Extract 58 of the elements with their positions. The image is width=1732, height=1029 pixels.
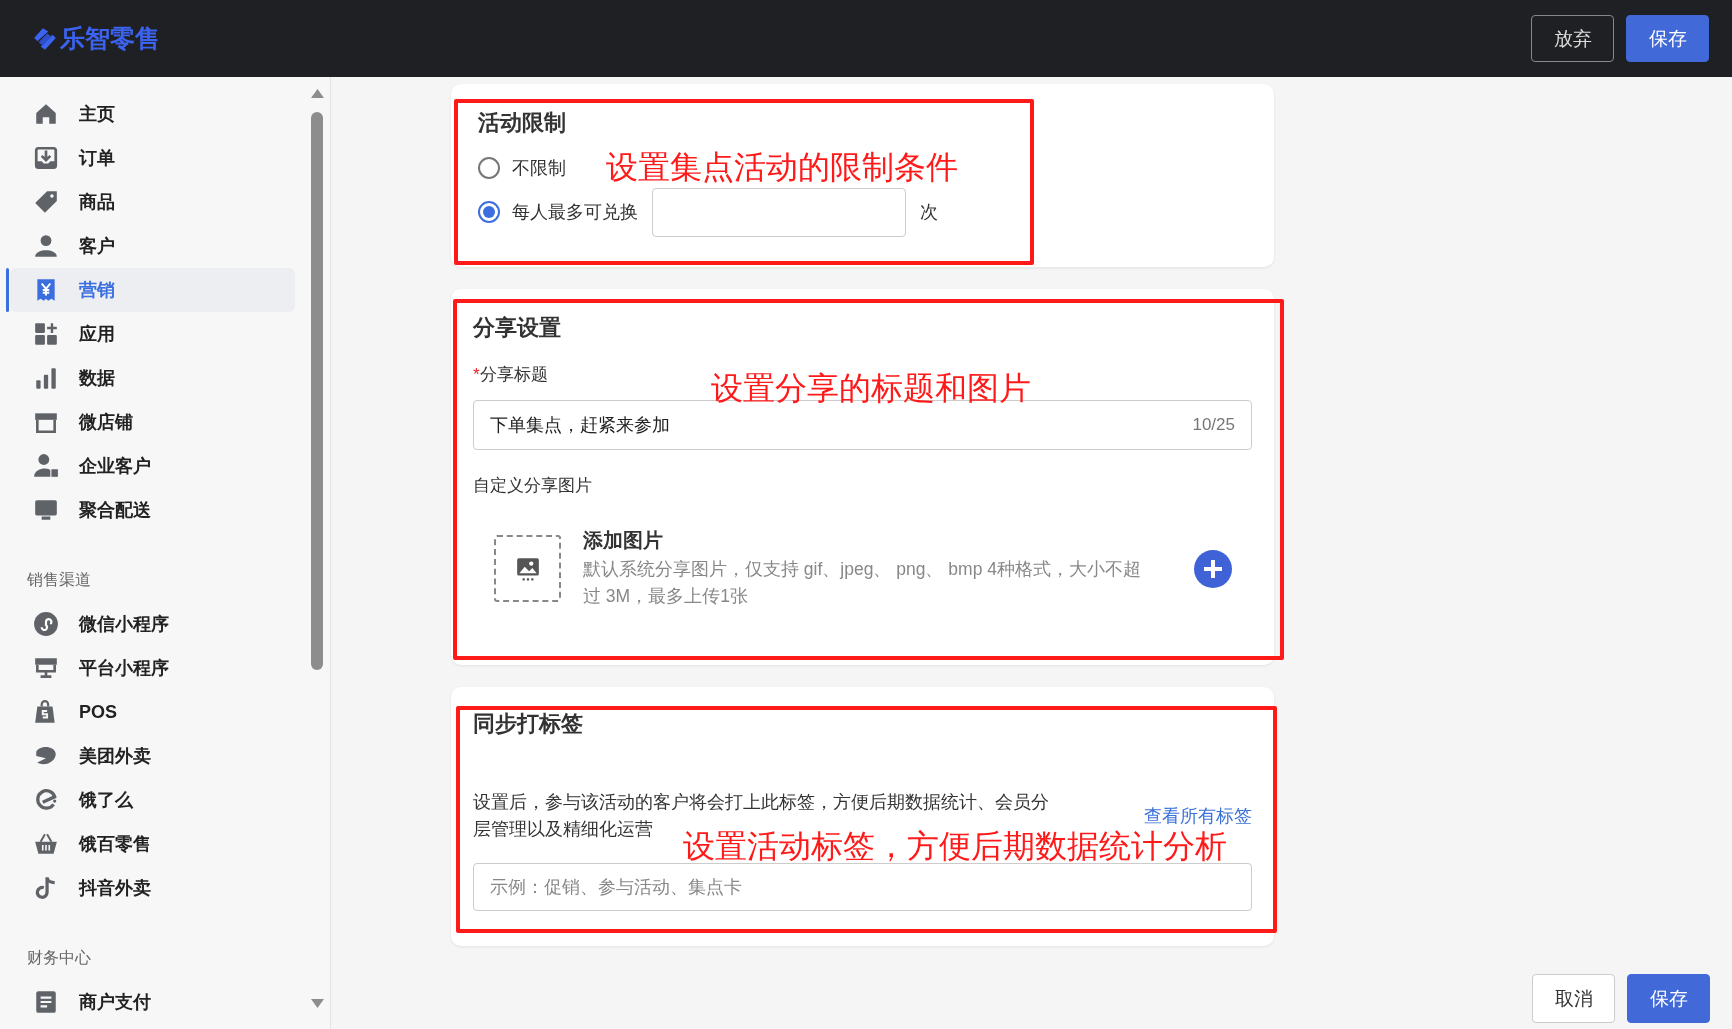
count-input-field[interactable]	[652, 187, 906, 237]
logo-text: 乐智零售	[60, 23, 160, 54]
sidebar-item[interactable]: 美团外卖	[10, 734, 295, 778]
basket-icon	[33, 831, 59, 857]
radio-label: 每人最多可兑换	[512, 201, 638, 224]
sidebar-item[interactable]: 客户	[10, 224, 295, 268]
radio-button[interactable]	[478, 201, 500, 223]
sidebar-item[interactable]: 应用	[10, 312, 295, 356]
apps-grid-icon	[33, 321, 59, 347]
annotation-text: 设置集点活动的限制条件	[606, 148, 958, 187]
sidebar-item[interactable]: 饿百零售	[10, 822, 295, 866]
sidebar-item[interactable]: 商品	[10, 180, 295, 224]
field-label: *分享标题	[473, 364, 549, 386]
sidebar-item[interactable]: 企业客户	[10, 444, 295, 488]
card-title: 同步打标签	[473, 710, 584, 738]
document-icon	[33, 989, 59, 1015]
scrollbar-thumb[interactable]	[311, 112, 323, 670]
save-button[interactable]: 保存	[1626, 15, 1709, 62]
monitor-icon	[33, 497, 59, 523]
card-title: 活动限制	[478, 109, 567, 137]
radio-button[interactable]	[478, 157, 500, 179]
sidebar-item[interactable]: 聚合配送	[10, 488, 295, 532]
sidebar-item[interactable]: 微店铺	[10, 400, 295, 444]
discard-button[interactable]: 放弃	[1531, 15, 1614, 62]
image-upload-box[interactable]	[494, 535, 561, 602]
cancel-button[interactable]: 取消	[1532, 974, 1615, 1023]
sidebar-item[interactable]: 抖音外卖	[10, 866, 295, 910]
upload-hint: 默认系统分享图片，仅支持 gif、jpeg、 png、 bmp 4种格式，大小不超过 3M，最多上传1张	[583, 558, 1142, 608]
mini-program-icon	[33, 611, 59, 637]
add-button[interactable]	[1193, 548, 1233, 589]
e-logo-icon	[33, 787, 59, 813]
card-title: 分享设置	[473, 314, 562, 342]
save-button[interactable]: 保存	[1627, 974, 1710, 1023]
sidebar-item[interactable]: 主页	[10, 92, 295, 136]
download-tray-icon	[33, 145, 59, 171]
sidebar-item[interactable]: POS	[10, 690, 295, 734]
kiosk-icon	[33, 655, 59, 681]
unit-label: 次	[920, 201, 938, 224]
scroll-up-icon[interactable]	[311, 89, 324, 98]
sidebar-item[interactable]: 微信小程序	[10, 602, 295, 646]
person-icon	[33, 233, 59, 259]
upload-title: 添加图片	[583, 528, 664, 553]
sidebar-item[interactable]: 饿了么	[10, 778, 295, 822]
sidebar-item[interactable]: 商户支付	[10, 980, 295, 1024]
section-heading: 财务中心	[26, 948, 92, 968]
radio-label: 不限制	[512, 157, 566, 180]
tag-input-field[interactable]: 示例：促销、参与活动、集点卡	[473, 863, 1252, 911]
view-all-tags-link[interactable]: 查看所有标签	[1144, 804, 1252, 828]
sidebar-item[interactable]: 数据	[10, 356, 295, 400]
scroll-down-icon[interactable]	[311, 999, 324, 1008]
section-heading: 销售渠道	[26, 570, 92, 590]
image-icon	[514, 555, 541, 582]
tag-icon	[33, 189, 59, 215]
field-label: 自定义分享图片	[473, 475, 593, 497]
sidebar-item[interactable]: 平台小程序	[10, 646, 295, 690]
business-person-icon	[33, 453, 59, 479]
bar-chart-icon	[33, 365, 59, 391]
sidebar-item[interactable]: 订单	[10, 136, 295, 180]
